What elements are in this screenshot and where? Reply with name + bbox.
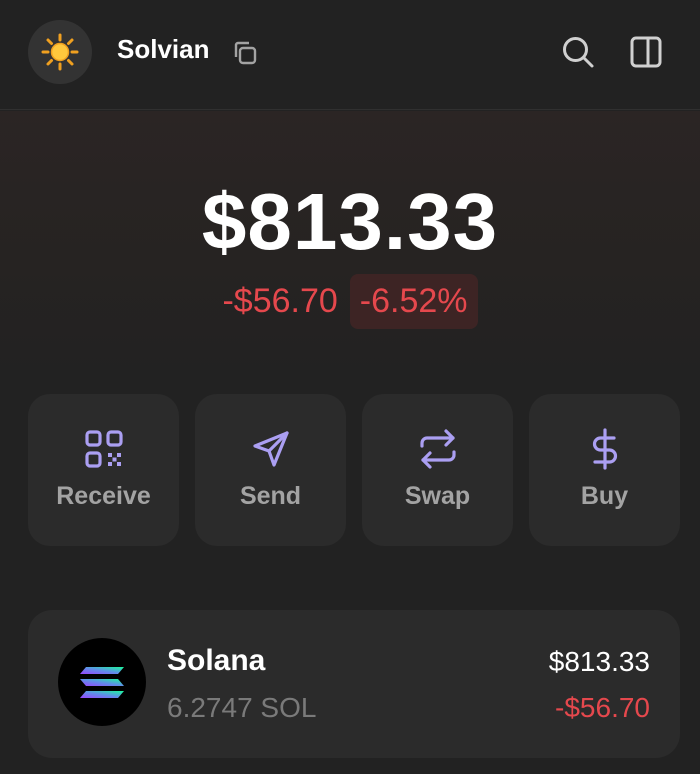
wallet-name[interactable]: Solvian (117, 34, 209, 65)
send-label: Send (239, 482, 302, 510)
copy-icon (234, 41, 257, 65)
qr-code-icon (85, 430, 123, 468)
swap-button[interactable]: Swap (362, 394, 513, 546)
search-button[interactable] (560, 34, 596, 70)
send-button[interactable]: Send (195, 394, 346, 546)
sidebar-toggle-button[interactable] (628, 34, 664, 70)
dollar-icon (592, 428, 618, 470)
balance-change-percent: -6.52% (349, 273, 478, 329)
search-icon (563, 37, 594, 68)
copy-address-button[interactable] (230, 38, 260, 68)
send-icon (253, 431, 289, 467)
token-name: Solana (167, 644, 266, 677)
solana-logo-icon (58, 638, 146, 726)
token-amount: 6.2747 SOL (167, 692, 317, 723)
account-avatar[interactable] (28, 20, 92, 84)
token-change: -$56.70 (555, 692, 650, 723)
buy-button[interactable]: Buy (529, 394, 680, 546)
token-value: $813.33 (548, 646, 650, 677)
receive-button[interactable]: Receive (28, 394, 179, 546)
receive-label: Receive (56, 482, 151, 510)
sun-icon (41, 33, 79, 71)
buy-label: Buy (580, 482, 629, 510)
balance-change-row: -$56.70 -6.52% (0, 272, 700, 330)
top-bar: Solvian (0, 0, 700, 110)
token-row-solana[interactable]: Solana 6.2747 SOL $813.33 -$56.70 (28, 610, 680, 758)
sidebar-panel-icon (630, 36, 662, 68)
swap-arrows-icon (420, 429, 456, 469)
swap-label: Swap (404, 482, 471, 510)
total-balance: $813.33 (201, 177, 499, 266)
action-buttons: Receive Send Swap Buy (28, 394, 680, 546)
balance-change-usd: -$56.70 (222, 281, 338, 320)
